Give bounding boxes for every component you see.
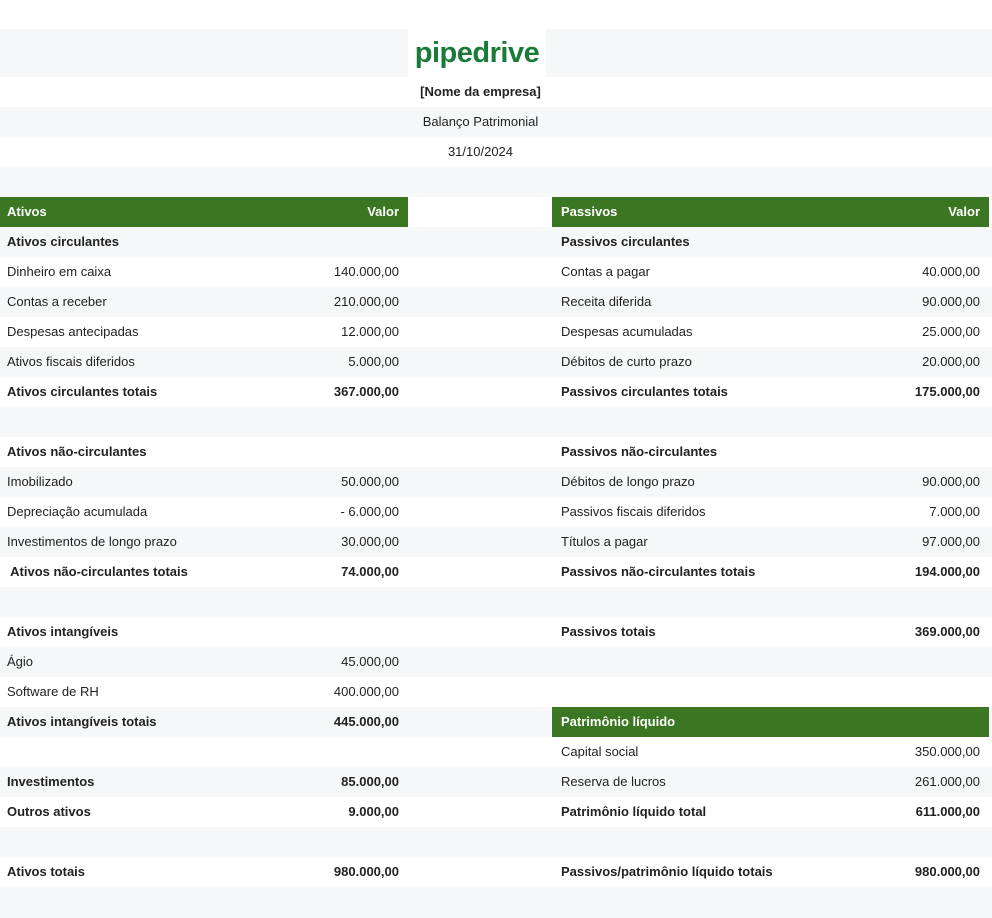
liability-label: Contas a pagar [561, 264, 650, 279]
equity-value: 261.000,00 [914, 774, 980, 789]
assets-value-heading: Valor [367, 204, 399, 219]
asset-value: 5.000,00 [348, 354, 399, 369]
noncurrent-liabilities-total-label: Passivos não-circulantes totais [561, 564, 756, 579]
liability-value: 20.000,00 [922, 354, 980, 369]
logo: pipedrive [408, 29, 546, 77]
intangible-assets-title: Ativos intangíveis [7, 624, 119, 639]
noncurrent-assets-total-value: 74.000,00 [341, 564, 399, 579]
asset-value: 140.000,00 [333, 264, 399, 279]
equity-header: Patrimônio líquido [552, 707, 989, 737]
noncurrent-assets-total-label: Ativos não-circulantes totais [7, 564, 188, 579]
current-assets-title: Ativos circulantes [7, 234, 119, 249]
other-assets-value: 9.000,00 [348, 804, 399, 819]
current-liabilities-title: Passivos circulantes [561, 234, 690, 249]
grand-total-label: Passivos/patrimônio líquido totais [561, 864, 773, 879]
equity-total-value: 611.000,00 [915, 804, 980, 819]
liabilities-heading: Passivos [561, 204, 618, 219]
total-liabilities-value: 369.000,00 [914, 624, 980, 639]
asset-label: Imobilizado [7, 474, 73, 489]
asset-value: 45.000,00 [341, 654, 399, 669]
current-liabilities-total-value: 175.000,00 [914, 384, 980, 399]
stripe-row [0, 647, 992, 677]
liabilities-value-heading: Valor [948, 204, 980, 219]
noncurrent-liabilities-title: Passivos não-circulantes [561, 444, 718, 459]
stripe-row [0, 827, 992, 857]
equity-heading: Patrimônio líquido [561, 714, 676, 729]
stripe-row [0, 227, 992, 257]
liability-label: Débitos de longo prazo [561, 474, 695, 489]
asset-label: Ágio [7, 654, 34, 669]
current-assets-total-value: 367.000,00 [333, 384, 399, 399]
asset-label: Dinheiro em caixa [7, 264, 112, 279]
balance-sheet: pipedrive [Nome da empresa] Balanço Patr… [0, 0, 992, 918]
liability-value: 7.000,00 [929, 504, 980, 519]
total-assets-label: Ativos totais [7, 864, 86, 879]
equity-value: 350.000,00 [914, 744, 980, 759]
stripe-row [0, 407, 992, 437]
liability-value: 90.000,00 [922, 474, 980, 489]
asset-value: 400.000,00 [333, 684, 399, 699]
liability-value: 97.000,00 [922, 534, 980, 549]
current-assets-total-label: Ativos circulantes totais [7, 384, 158, 399]
asset-label: Despesas antecipadas [7, 324, 139, 339]
equity-total-label: Patrimônio líquido total [561, 804, 707, 819]
other-assets-label: Outros ativos [7, 804, 91, 819]
liability-value: 25.000,00 [922, 324, 980, 339]
asset-value: 50.000,00 [341, 474, 399, 489]
asset-value: 30.000,00 [341, 534, 399, 549]
liability-label: Despesas acumuladas [561, 324, 693, 339]
asset-label: Contas a receber [7, 294, 107, 309]
liability-label: Débitos de curto prazo [561, 354, 692, 369]
stripe-row [0, 887, 992, 918]
intangible-assets-total-label: Ativos intangíveis totais [7, 714, 157, 729]
assets-heading: Ativos [7, 204, 47, 219]
liability-value: 40.000,00 [922, 264, 980, 279]
company-name: [Nome da empresa] [420, 84, 541, 99]
liability-label: Títulos a pagar [561, 534, 648, 549]
equity-label: Reserva de lucros [561, 774, 666, 789]
current-liabilities-total-label: Passivos circulantes totais [561, 384, 728, 399]
liabilities-header: Passivos Valor [552, 197, 989, 227]
noncurrent-liabilities-total-value: 194.000,00 [914, 564, 980, 579]
investments-label: Investimentos [7, 774, 95, 789]
equity-label: Capital social [561, 744, 639, 759]
asset-label: Depreciação acumulada [7, 504, 148, 519]
asset-label: Investimentos de longo prazo [7, 534, 177, 549]
grand-total-value: 980.000,00 [914, 864, 980, 879]
stripe-row [0, 587, 992, 617]
total-assets-value: 980.000,00 [333, 864, 399, 879]
asset-value: 210.000,00 [333, 294, 399, 309]
document-title: Balanço Patrimonial [422, 114, 539, 129]
logo-text: pipedrive [414, 36, 540, 69]
liability-value: 90.000,00 [922, 294, 980, 309]
asset-value: - 6.000,00 [340, 504, 399, 519]
liability-label: Receita diferida [561, 294, 652, 309]
asset-value: 12.000,00 [341, 324, 399, 339]
document-date: 31/10/2024 [447, 144, 514, 159]
noncurrent-assets-title: Ativos não-circulantes [7, 444, 147, 459]
total-liabilities-label: Passivos totais [561, 624, 656, 639]
intangible-assets-total-value: 445.000,00 [333, 714, 399, 729]
assets-header: Ativos Valor [0, 197, 408, 227]
asset-label: Ativos fiscais diferidos [7, 354, 135, 369]
asset-label: Software de RH [7, 684, 99, 699]
stripe-row [0, 167, 992, 197]
investments-value: 85.000,00 [341, 774, 399, 789]
liability-label: Passivos fiscais diferidos [561, 504, 706, 519]
